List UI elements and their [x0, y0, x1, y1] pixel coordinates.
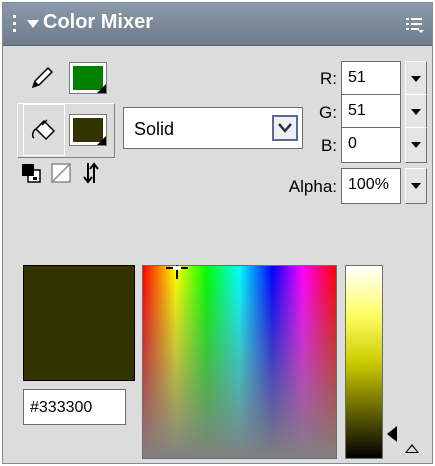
g-field[interactable]: 51 — [341, 94, 401, 130]
stroke-color-swatch[interactable] — [69, 62, 107, 94]
b-field[interactable]: 0 — [341, 127, 401, 163]
hex-input[interactable]: #333300 — [23, 389, 126, 425]
brightness-slider[interactable] — [345, 265, 383, 459]
fill-type-select[interactable]: Solid — [123, 107, 303, 149]
fill-type-value: Solid — [134, 119, 175, 139]
no-color-icon[interactable] — [49, 161, 73, 185]
collapse-arrow-icon[interactable] — [27, 20, 39, 28]
options-menu-icon[interactable] — [406, 16, 424, 34]
g-label: G: — [319, 103, 337, 122]
crosshair-icon — [166, 265, 188, 279]
color-preview — [23, 265, 135, 381]
alpha-field[interactable]: 100% — [341, 168, 401, 204]
r-dropdown-button[interactable] — [405, 61, 427, 97]
b-dropdown-button[interactable] — [405, 127, 427, 163]
r-label: R: — [320, 69, 337, 88]
g-dropdown-button[interactable] — [405, 94, 427, 130]
fill-color-swatch[interactable] — [69, 114, 107, 146]
black-and-white-icon[interactable] — [19, 161, 43, 185]
r-field[interactable]: 51 — [341, 61, 401, 97]
gripper-icon[interactable] — [13, 15, 19, 35]
slider-pointer-icon[interactable] — [387, 426, 397, 442]
paint-bucket-icon — [31, 119, 56, 141]
chevron-down-icon[interactable] — [272, 115, 298, 141]
expand-triangle-icon[interactable] — [405, 444, 419, 453]
swap-colors-icon[interactable] — [79, 161, 103, 185]
panel-title-bar[interactable]: Color Mixer — [3, 3, 432, 46]
panel-title: Color Mixer — [43, 11, 154, 33]
alpha-label: Alpha: — [288, 177, 337, 196]
fill-tool-slot[interactable] — [23, 104, 65, 156]
alpha-dropdown-button[interactable] — [405, 168, 427, 204]
color-mixer-panel: Color Mixer Solid R: 51 G: 51 B: 0 Alpha… — [2, 2, 433, 464]
pencil-icon — [31, 66, 54, 89]
color-spectrum[interactable] — [142, 265, 337, 459]
b-label: B: — [320, 136, 337, 155]
